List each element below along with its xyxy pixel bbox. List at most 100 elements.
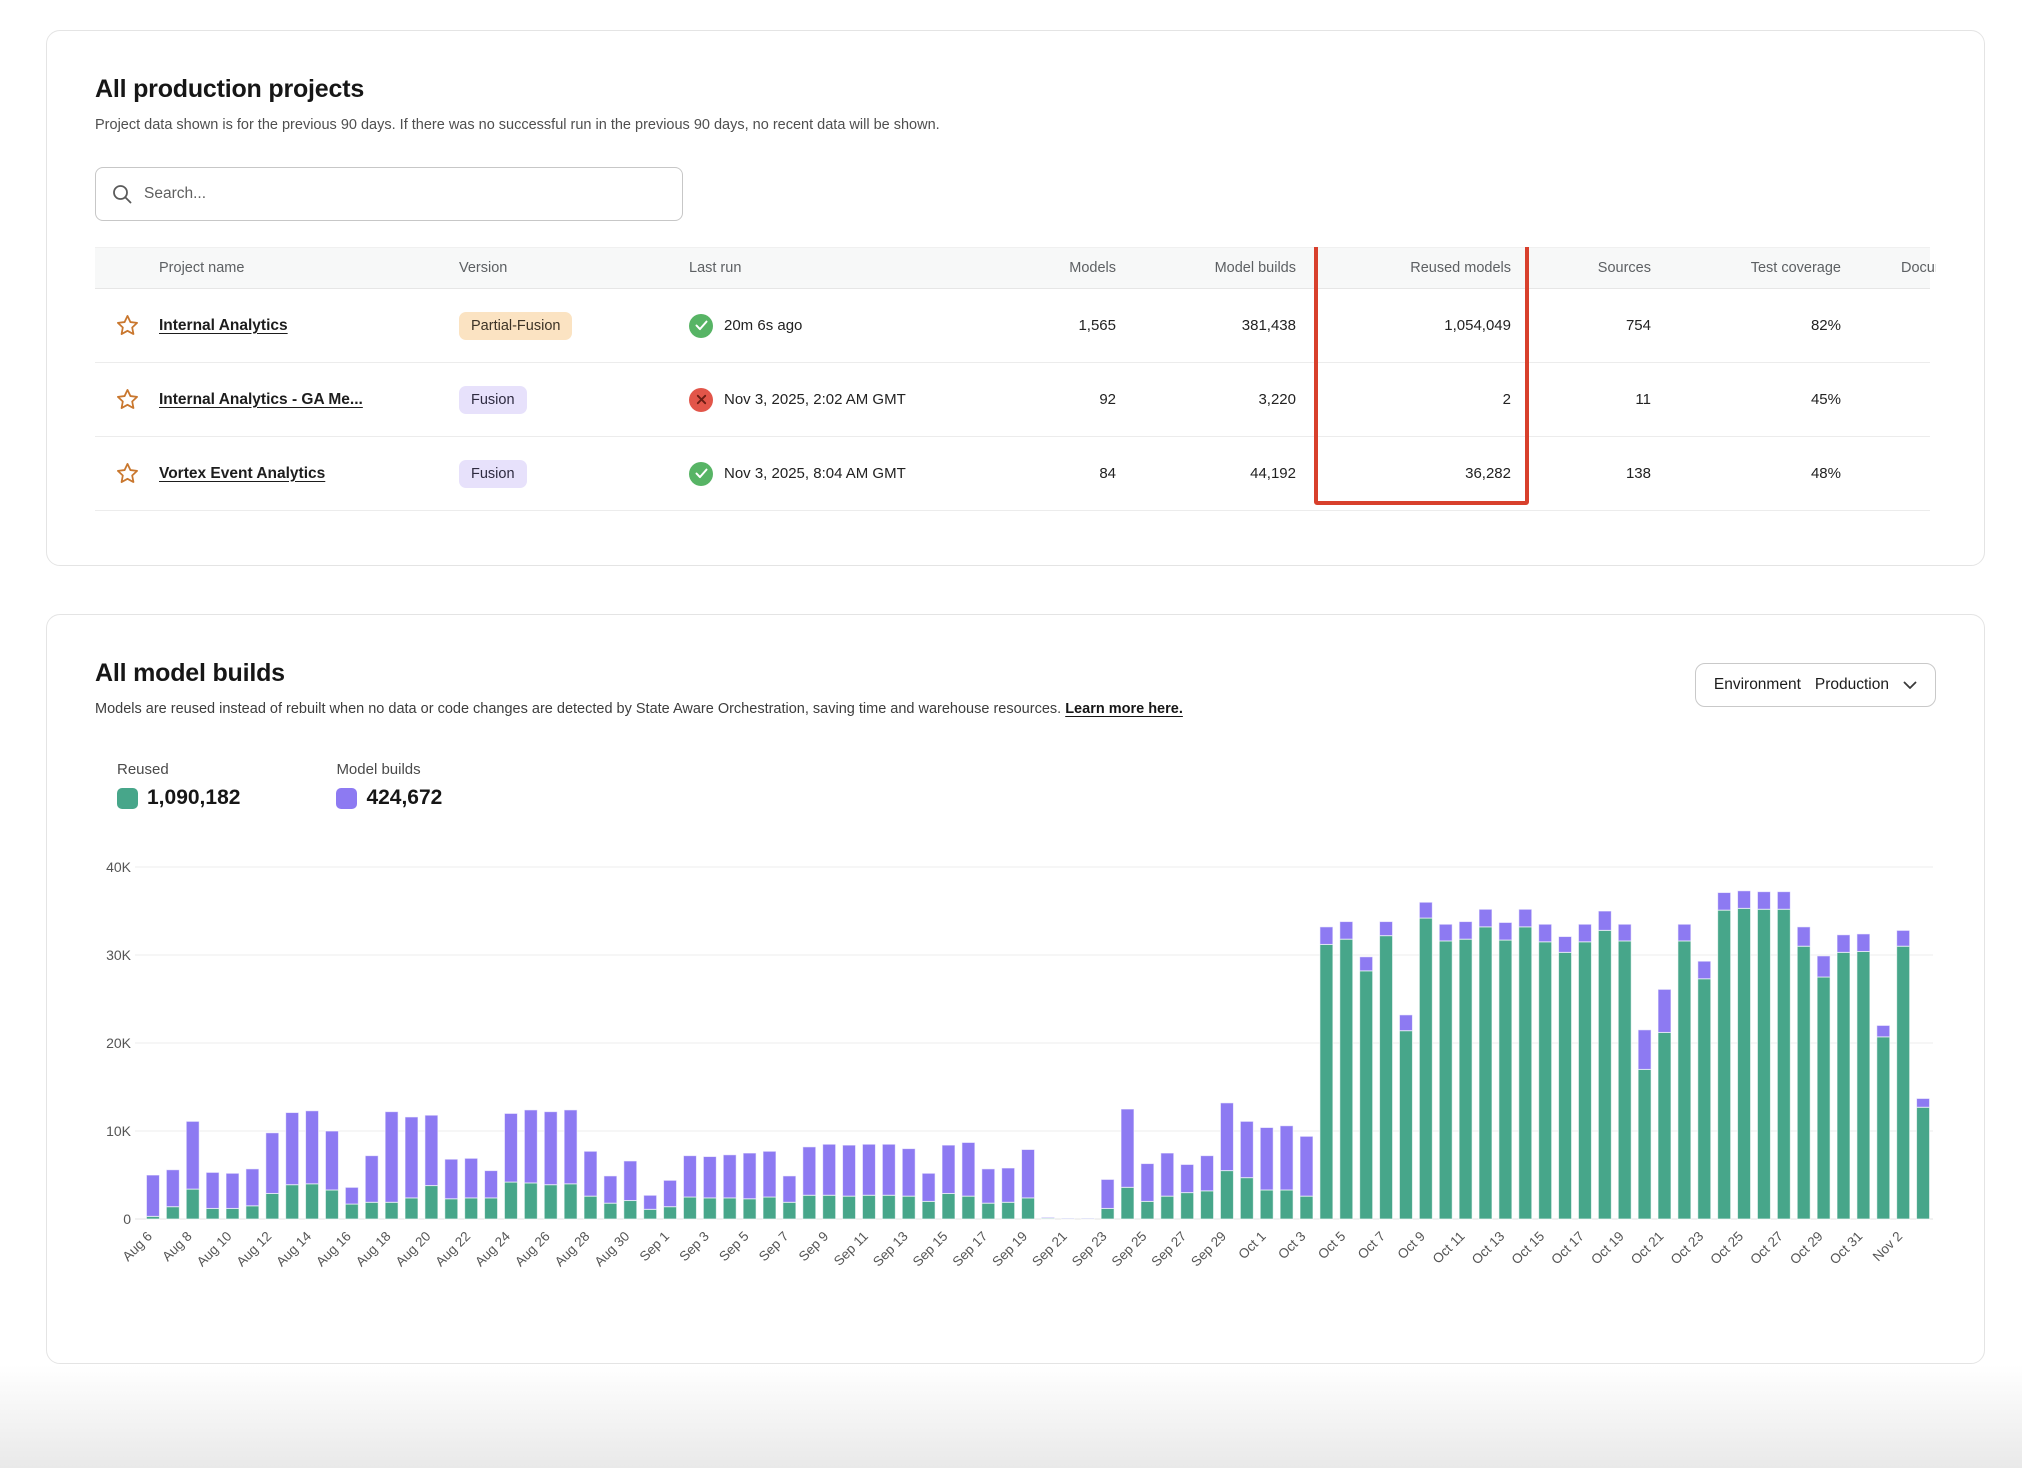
bar-reused-segment — [1718, 910, 1731, 1219]
svg-text:Oct 23: Oct 23 — [1668, 1229, 1707, 1268]
bar-reused-segment — [1360, 971, 1373, 1219]
favorite-star-icon[interactable] — [115, 313, 140, 338]
bar-reused-segment — [982, 1203, 995, 1219]
bar-builds-segment — [1757, 892, 1770, 910]
bar-builds-segment — [1638, 1030, 1651, 1070]
bar-reused-segment — [1519, 927, 1532, 1219]
svg-text:Sep 25: Sep 25 — [1109, 1229, 1150, 1270]
bar-builds-segment — [1101, 1179, 1114, 1208]
col-models[interactable]: Models — [1034, 260, 1134, 276]
bar-builds-segment — [1459, 922, 1472, 940]
bar-reused-segment — [1917, 1107, 1930, 1219]
col-project-name[interactable]: Project name — [159, 260, 459, 276]
bar-builds-segment — [1201, 1156, 1214, 1191]
bar-builds-segment — [345, 1187, 358, 1204]
svg-text:Sep 1: Sep 1 — [637, 1229, 673, 1265]
bar-builds-segment — [166, 1170, 179, 1207]
col-last-run[interactable]: Last run — [689, 260, 1034, 276]
svg-text:Sep 9: Sep 9 — [796, 1229, 832, 1265]
bar-builds-segment — [1399, 1015, 1412, 1031]
favorite-star-icon[interactable] — [115, 461, 140, 486]
bar-reused-segment — [206, 1208, 219, 1219]
bar-builds-segment — [1618, 924, 1631, 941]
bar-builds-segment — [723, 1155, 736, 1198]
bar-reused-segment — [1240, 1178, 1253, 1219]
bar-reused-segment — [584, 1196, 597, 1219]
col-test-coverage[interactable]: Test coverage — [1669, 260, 1859, 276]
model-builds-value: 44,192 — [1134, 465, 1314, 482]
bar-reused-segment — [703, 1198, 716, 1219]
environment-select[interactable]: Environment Production — [1695, 663, 1936, 707]
svg-text:Oct 15: Oct 15 — [1509, 1229, 1548, 1268]
col-sources[interactable]: Sources — [1529, 260, 1669, 276]
col-model-builds[interactable]: Model builds — [1134, 260, 1314, 276]
bar-builds-segment — [365, 1156, 378, 1203]
test-coverage-value: 82% — [1669, 317, 1859, 334]
favorite-star-icon[interactable] — [115, 387, 140, 412]
svg-text:Aug 8: Aug 8 — [159, 1229, 195, 1265]
bar-builds-segment — [1917, 1098, 1930, 1107]
version-badge: Fusion — [459, 386, 527, 414]
bar-builds-segment — [1499, 922, 1512, 940]
svg-text:Aug 18: Aug 18 — [353, 1229, 394, 1270]
col-version[interactable]: Version — [459, 260, 689, 276]
bar-reused-segment — [166, 1207, 179, 1219]
bar-builds-segment — [604, 1176, 617, 1203]
bar-builds-segment — [982, 1169, 995, 1203]
bar-builds-segment — [882, 1144, 895, 1195]
svg-text:Sep 3: Sep 3 — [676, 1229, 712, 1265]
bar-reused-segment — [1479, 927, 1492, 1219]
bar-reused-segment — [1877, 1037, 1890, 1219]
models-value: 84 — [1034, 465, 1134, 482]
bar-reused-segment — [1539, 942, 1552, 1219]
bar-builds-segment — [1559, 937, 1572, 953]
bar-reused-segment — [823, 1195, 836, 1219]
svg-text:Sep 23: Sep 23 — [1069, 1229, 1110, 1270]
bar-builds-segment — [962, 1142, 975, 1196]
bar-builds-segment — [385, 1112, 398, 1203]
bar-builds-segment — [644, 1195, 657, 1209]
col-documentation[interactable]: Documentation — [1859, 260, 1936, 276]
bar-builds-segment — [1598, 911, 1611, 930]
svg-text:20K: 20K — [106, 1035, 132, 1051]
bar-reused-segment — [286, 1185, 299, 1219]
project-name-link[interactable]: Internal Analytics - GA Me... — [159, 391, 363, 408]
col-reused-models[interactable]: Reused models — [1314, 260, 1529, 276]
sources-value: 11 — [1529, 391, 1669, 408]
bar-reused-segment — [1559, 952, 1572, 1219]
bar-reused-segment — [564, 1184, 577, 1219]
bar-builds-segment — [1777, 892, 1790, 910]
bar-builds-segment — [524, 1110, 537, 1183]
svg-text:Sep 15: Sep 15 — [910, 1229, 951, 1270]
learn-more-link[interactable]: Learn more here. — [1065, 701, 1183, 717]
bar-reused-segment — [1260, 1190, 1273, 1219]
bar-reused-segment — [1499, 940, 1512, 1219]
bar-reused-segment — [465, 1198, 478, 1219]
svg-text:Oct 7: Oct 7 — [1355, 1229, 1388, 1262]
bar-reused-segment — [1340, 939, 1353, 1219]
bar-reused-segment — [803, 1195, 816, 1219]
search-input[interactable] — [95, 167, 683, 221]
run-error-icon — [689, 388, 713, 412]
bar-builds-segment — [1320, 927, 1333, 945]
bar-builds-segment — [146, 1175, 159, 1216]
svg-text:Sep 11: Sep 11 — [831, 1229, 871, 1269]
project-name-link[interactable]: Vortex Event Analytics — [159, 465, 325, 482]
bar-builds-segment — [843, 1145, 856, 1196]
svg-text:Aug 28: Aug 28 — [552, 1229, 593, 1270]
svg-text:Oct 31: Oct 31 — [1827, 1229, 1866, 1268]
svg-text:Oct 27: Oct 27 — [1747, 1229, 1786, 1268]
bar-builds-segment — [405, 1117, 418, 1198]
model-builds-card: All model builds Models are reused inste… — [46, 614, 1985, 1364]
svg-text:Oct 9: Oct 9 — [1395, 1229, 1428, 1262]
bar-builds-segment — [206, 1172, 219, 1208]
project-name-link[interactable]: Internal Analytics — [159, 317, 288, 334]
svg-text:Aug 16: Aug 16 — [313, 1229, 354, 1270]
bar-reused-segment — [186, 1189, 199, 1219]
svg-text:Sep 17: Sep 17 — [950, 1229, 991, 1270]
svg-text:Nov 2: Nov 2 — [1870, 1229, 1906, 1265]
bar-builds-segment — [226, 1173, 239, 1208]
bar-reused-segment — [624, 1201, 637, 1219]
models-value: 1,565 — [1034, 317, 1134, 334]
bar-reused-segment — [405, 1198, 418, 1219]
